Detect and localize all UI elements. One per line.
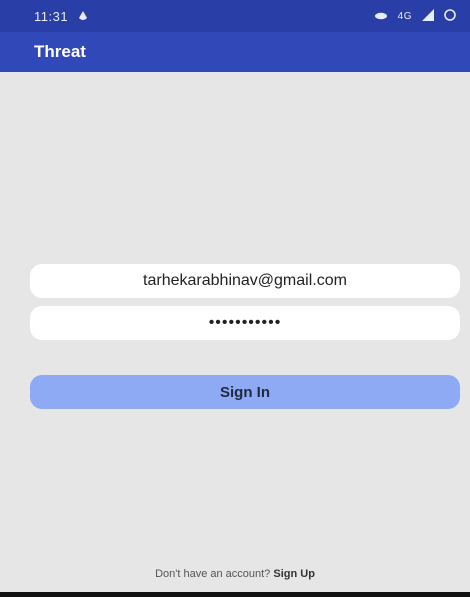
status-bar-right: 4G [374,8,456,24]
navigation-bar [0,592,470,597]
battery-icon [444,8,456,24]
app-title: Threat [34,42,86,61]
app-bar: Threat [0,32,470,72]
signal-icon [422,8,434,24]
status-time: 11:31 [34,8,69,24]
email-field[interactable]: tarhekarabhinav@gmail.com [30,264,460,298]
data-saver-icon [374,9,388,24]
signup-prompt: Don't have an account? [155,568,271,580]
signup-footer: Don't have an account? Sign Up [0,568,470,580]
status-bar-left: 11:31 [34,9,88,24]
network-type: 4G [397,10,412,22]
notification-icon [78,9,88,24]
password-field[interactable]: ••••••••••• [30,306,460,340]
sign-up-link[interactable]: Sign Up [273,568,315,580]
sign-in-button[interactable]: Sign In [30,375,460,409]
status-bar: 11:31 4G [0,0,470,32]
